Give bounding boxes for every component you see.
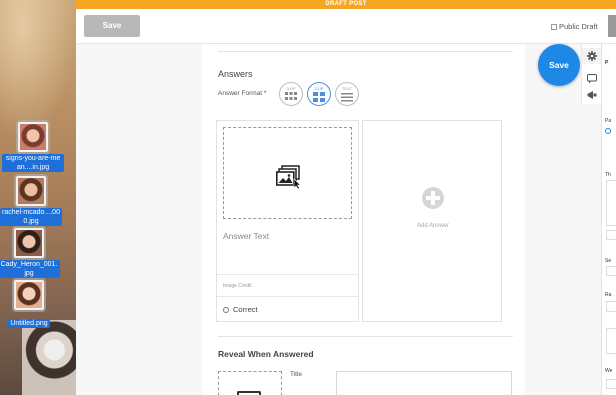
panel-select[interactable] — [606, 266, 616, 276]
image-thumbnail-icon — [16, 176, 46, 206]
image-upload-icon — [276, 165, 302, 189]
desktop-file-label: Cady_Heron_001.jpg — [0, 260, 60, 278]
desktop-file-label: rachel-mcado....000.jpg — [0, 208, 62, 226]
reveal-image-dropzone[interactable] — [218, 371, 282, 395]
tool-rail — [581, 44, 602, 104]
answers-editor: Answers Answer Format * 3-UP 2-UP TEXT A… — [202, 44, 525, 395]
panel-textarea[interactable] — [606, 328, 616, 354]
section-divider — [218, 336, 513, 337]
editor-canvas: Answers Answer Format * 3-UP 2-UP TEXT A… — [76, 44, 616, 395]
megaphone-icon[interactable] — [587, 90, 597, 100]
answer-card: Answer Text Image Credit Correct — [216, 120, 359, 322]
comment-icon[interactable] — [587, 74, 597, 84]
top-toolbar: Save Public Draft — [76, 9, 616, 44]
image-thumbnail-icon — [14, 280, 44, 310]
desktop-file-label: Untitled.png — [8, 319, 50, 328]
panel-thumbnail-box[interactable] — [606, 180, 616, 226]
answer-text-input[interactable]: Answer Text — [223, 231, 269, 241]
floating-save-button[interactable]: Save — [538, 44, 580, 86]
desktop-file-icon[interactable]: signs-you-are-mean....in.jpg — [2, 122, 64, 174]
checkbox-icon[interactable] — [551, 24, 557, 30]
radio-icon[interactable] — [223, 307, 229, 313]
panel-fragment: Ra — [605, 292, 612, 298]
gear-icon — [587, 51, 597, 61]
image-credit-input[interactable]: Image Credit — [223, 283, 252, 289]
image-thumbnail-icon — [18, 122, 48, 152]
desktop-file-icon[interactable]: rachel-mcado....000.jpg — [0, 176, 62, 228]
image-dropzone[interactable] — [223, 127, 352, 219]
reveal-title-input[interactable] — [336, 371, 512, 395]
format-option-label: TEXT — [341, 86, 353, 91]
desktop-background: signs-you-are-mean....in.jpg rachel-mcad… — [0, 0, 76, 395]
public-draft-toggle[interactable]: Public Draft — [551, 22, 598, 31]
publish-button[interactable] — [608, 15, 616, 37]
public-draft-label: Public Draft — [559, 22, 598, 31]
answer-format-text: Answer Format — [218, 90, 263, 97]
panel-fragment: Th — [605, 172, 611, 178]
grid-2-icon — [313, 92, 325, 102]
add-answer-card[interactable]: Add Answer — [362, 120, 502, 322]
panel-input[interactable] — [606, 301, 616, 312]
correct-label: Correct — [233, 305, 258, 314]
card-divider — [217, 296, 358, 297]
panel-input[interactable] — [606, 230, 616, 240]
panel-fragment: Se — [605, 258, 612, 264]
format-option-2-up[interactable]: 2-UP — [307, 82, 331, 106]
draft-post-banner: DRAFT POST — [76, 0, 616, 9]
settings-tab[interactable] — [582, 48, 602, 64]
format-option-3-up[interactable]: 3-UP — [279, 82, 303, 106]
image-thumbnail-icon — [14, 228, 44, 258]
settings-side-panel: P Pa Th Se Ra We — [601, 44, 616, 395]
text-lines-icon — [341, 93, 353, 102]
format-option-label: 3-UP — [286, 86, 296, 91]
desktop-file-icon[interactable]: Untitled.png — [0, 280, 60, 330]
image-upload-icon — [237, 391, 261, 395]
plus-icon — [422, 187, 444, 209]
correct-answer-radio[interactable]: Correct — [223, 305, 258, 314]
panel-input[interactable] — [606, 379, 616, 389]
add-answer-label: Add Answer — [416, 223, 450, 229]
desktop-glow — [0, 0, 76, 140]
answer-format-label: Answer Format * — [218, 90, 266, 97]
panel-fragment: Pa — [605, 118, 612, 124]
answers-heading: Answers — [218, 69, 253, 79]
panel-fragment: P — [605, 60, 609, 66]
card-divider — [217, 274, 358, 275]
format-option-label: 2-UP — [314, 86, 324, 91]
save-button[interactable]: Save — [84, 15, 140, 37]
section-divider — [218, 51, 513, 52]
reveal-title-label: Title — [290, 371, 303, 378]
format-option-text[interactable]: TEXT — [335, 82, 359, 106]
desktop-file-icon[interactable]: Cady_Heron_001.jpg — [0, 228, 60, 280]
reveal-when-answered-heading: Reveal When Answered — [218, 349, 314, 359]
desktop-file-label: signs-you-are-mean....in.jpg — [2, 154, 64, 172]
panel-fragment: We — [605, 368, 613, 374]
desktop-wallpaper-detail — [22, 320, 76, 395]
option-radio[interactable] — [605, 128, 611, 134]
grid-3-icon — [285, 92, 297, 100]
post-editor-app: DRAFT POST Save Public Draft Answers Ans… — [76, 0, 616, 395]
required-marker: * — [263, 90, 267, 97]
